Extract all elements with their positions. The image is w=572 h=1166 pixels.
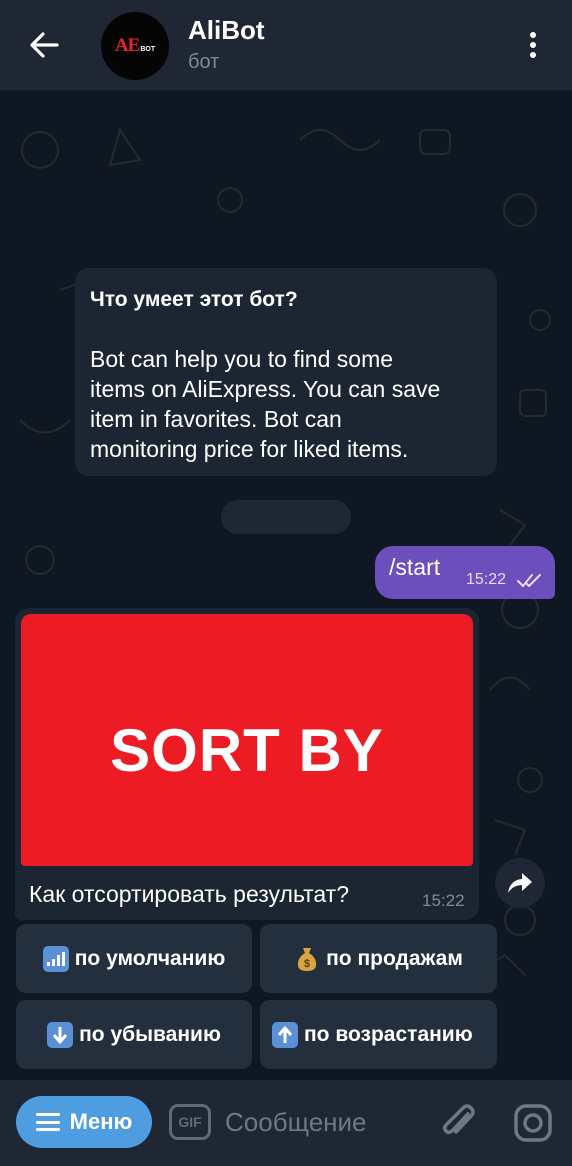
bot-description-title: Что умеет этот бот? [90, 288, 298, 311]
bot-description-bubble: Что умеет этот бот? Bot can help you to … [75, 268, 497, 476]
bot-description-text: Bot can help you to find some items on A… [90, 346, 441, 462]
instagram-camera-icon[interactable] [513, 1103, 553, 1143]
svg-text:$: $ [304, 958, 310, 970]
back-button[interactable] [24, 28, 64, 62]
arrow-down-icon [47, 1021, 74, 1048]
date-separator [221, 500, 351, 534]
sort-descending-button[interactable]: по убыванию [16, 1000, 252, 1069]
message-input[interactable] [225, 1100, 425, 1144]
share-arrow-icon [508, 873, 532, 893]
sort-default-button[interactable]: по умолчанию [16, 924, 252, 993]
outgoing-message-text: /start [389, 554, 441, 580]
arrow-left-icon [30, 32, 59, 58]
chat-area[interactable]: Что умеет этот бот? Bot can help you to … [0, 90, 572, 1080]
sort-by-image[interactable]: SORT BY [21, 614, 473, 866]
message-input-bar: Меню GIF [0, 1080, 572, 1166]
double-check-icon [517, 574, 541, 587]
more-vertical-icon [530, 32, 536, 38]
sort-sales-label: по продажам [326, 946, 463, 970]
sort-ascending-label: по возрастанию [304, 1022, 473, 1046]
avatar-logo: AE [114, 35, 140, 56]
outgoing-message-time: 15:22 [466, 571, 507, 588]
gif-button[interactable]: GIF [169, 1104, 211, 1140]
arrow-up-icon [272, 1021, 298, 1048]
chat-header: AE BOT AliBot бот [0, 0, 572, 90]
share-button[interactable] [495, 858, 545, 908]
menu-button[interactable]: Меню [16, 1096, 152, 1148]
photo-message[interactable]: SORT BY Как отсортировать результат? 15:… [15, 608, 479, 920]
outgoing-message[interactable]: /start 15:22 [375, 546, 555, 599]
sort-descending-label: по убыванию [79, 1022, 221, 1046]
sort-ascending-button[interactable]: по возрастанию [260, 1000, 497, 1069]
avatar-logo-sub: BOT [140, 45, 156, 53]
money-bag-icon: $ [294, 946, 320, 972]
sort-by-image-text: SORT BY [110, 716, 384, 784]
more-options-button[interactable] [518, 28, 548, 62]
bot-avatar[interactable]: AE BOT [101, 12, 169, 80]
menu-button-label: Меню [69, 1109, 133, 1134]
photo-message-time: 15:22 [422, 891, 465, 910]
menu-icon [35, 1113, 60, 1131]
photo-caption: Как отсортировать результат? [29, 881, 350, 907]
sort-default-label: по умолчанию [74, 946, 226, 970]
chat-title[interactable]: AliBot [188, 15, 265, 46]
chat-subtitle: бот [188, 51, 220, 73]
bar-chart-icon [42, 945, 69, 972]
sort-sales-button[interactable]: $ по продажам [260, 924, 497, 993]
gif-label: GIF [178, 1114, 202, 1130]
paperclip-icon[interactable] [438, 1100, 478, 1144]
